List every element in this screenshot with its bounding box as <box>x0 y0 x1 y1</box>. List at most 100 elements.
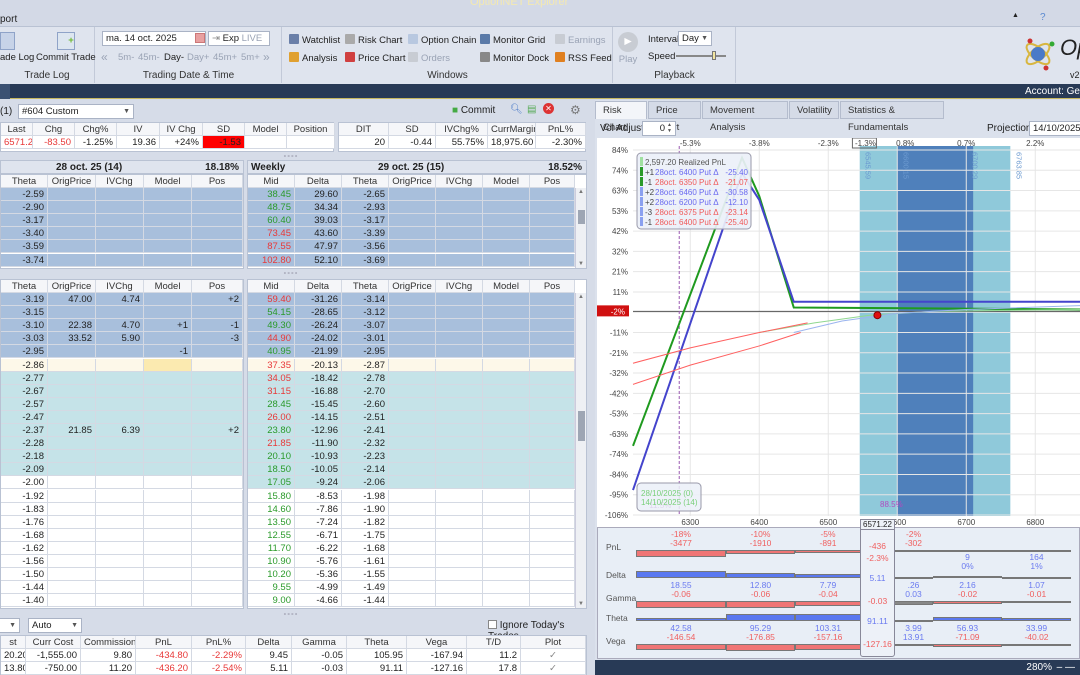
window-button-orders[interactable]: Orders <box>408 52 450 64</box>
table-row[interactable]: -2.95 -1 <box>1 345 243 359</box>
splitter-handle[interactable]: ∘∘∘∘ <box>283 270 298 277</box>
column-header[interactable]: IVChg% <box>436 123 488 136</box>
speed-slider-thumb[interactable] <box>712 51 716 60</box>
tab-movement-analysis[interactable]: Movement Analysis <box>702 101 788 133</box>
column-header[interactable]: OrigPrice <box>389 280 436 293</box>
table-row[interactable]: 34.05 -18.42 -2.78 <box>248 371 575 385</box>
table-row[interactable]: 40.95 -21.99 -2.95 <box>248 345 575 359</box>
window-button-monitor-dock[interactable]: Monitor Dock <box>480 52 549 64</box>
help-icon[interactable]: ? <box>1040 12 1046 23</box>
column-header[interactable]: Plot <box>521 636 586 649</box>
table-row[interactable]: -3.15 <box>1 306 243 320</box>
speed-slider[interactable] <box>676 51 726 60</box>
column-header[interactable]: st <box>1 636 26 649</box>
table-row[interactable]: 10.90 -5.76 -1.61 <box>248 555 575 568</box>
column-header[interactable]: Theta <box>347 636 407 649</box>
column-header[interactable]: OrigPrice <box>48 280 96 293</box>
step-5m-back[interactable]: 5m- <box>118 52 134 63</box>
table-row[interactable]: -3.03 33.52 5.90 -3 <box>1 332 243 346</box>
window-button-monitor-grid[interactable]: Monitor Grid <box>480 34 545 46</box>
model-select[interactable]: #604 Custom ▼ <box>18 104 134 119</box>
table-row[interactable]: 49.30 -26.24 -3.07 <box>248 319 575 333</box>
calendar-icon[interactable] <box>195 33 205 43</box>
table-row[interactable]: -2.77 <box>1 371 243 385</box>
table-row[interactable]: 21.85 -11.90 -2.32 <box>248 437 575 451</box>
risk-chart[interactable]: 84%74%63%53%42%32%21%11%0%-11%-21%-32%-4… <box>597 138 1080 530</box>
column-header[interactable]: T/D <box>467 636 521 649</box>
column-header[interactable]: IV <box>117 123 160 136</box>
table-row[interactable]: -2.90 <box>1 201 243 215</box>
table-row[interactable]: 38.45 29.60 -2.65 <box>248 188 575 201</box>
table-row[interactable]: -2.57 <box>1 397 243 411</box>
table-row[interactable]: 20.20 -1,555.00 9.80 -434.80 -2.29% 9.45 -0.05… <box>1 649 586 662</box>
column-header[interactable]: Gamma <box>292 636 347 649</box>
column-header[interactable]: Mid <box>248 175 295 188</box>
splitter-handle[interactable]: ∘∘∘∘ <box>283 611 298 618</box>
column-header[interactable]: OrigPrice <box>389 175 436 188</box>
window-button-risk-chart[interactable]: Risk Chart <box>345 34 402 46</box>
column-header[interactable]: Pos <box>530 175 575 188</box>
table-row[interactable]: -2.59 <box>1 188 243 201</box>
column-header[interactable]: PnL <box>136 636 192 649</box>
table-row[interactable]: -2.86 <box>1 358 243 372</box>
projection-date-input[interactable]: 14/10/2025 <box>1029 121 1080 136</box>
zoom-slider[interactable]: – — <box>1057 662 1075 673</box>
table-row[interactable]: 15.80 -8.53 -1.98 <box>248 489 575 503</box>
table-row[interactable]: 17.05 -9.24 -2.06 <box>248 476 575 490</box>
table-row[interactable]: 73.45 43.60 -3.39 <box>248 227 575 241</box>
column-header[interactable]: IVChg <box>436 280 483 293</box>
tab-volatility[interactable]: Volatility <box>789 101 839 119</box>
positions-mode-select[interactable]: Auto ▼ <box>28 618 82 633</box>
settings-gear-icon[interactable]: ⚙ <box>570 103 581 117</box>
column-header[interactable]: Model <box>144 280 192 293</box>
column-header[interactable]: SD <box>203 123 245 136</box>
document-tab[interactable] <box>0 84 10 99</box>
table-row[interactable]: -1.56 <box>1 555 243 568</box>
table-row[interactable]: 14.60 -7.86 -1.90 <box>248 502 575 516</box>
scrollbar-thumb[interactable] <box>578 210 585 224</box>
table-row[interactable]: 60.40 39.03 -3.17 <box>248 214 575 228</box>
table-row[interactable]: -2.47 <box>1 410 243 424</box>
menu-item-report[interactable]: port <box>0 14 17 25</box>
table-row[interactable]: 54.15 -28.65 -3.12 <box>248 306 575 320</box>
column-header[interactable]: Delta <box>295 175 342 188</box>
table-row[interactable]: -1.62 <box>1 541 243 555</box>
column-header[interactable]: SD <box>389 123 436 136</box>
column-header[interactable]: Pos <box>192 280 243 293</box>
table-row[interactable]: 102.80 52.10 -3.69 <box>248 253 575 267</box>
column-header[interactable]: IVChg <box>96 175 144 188</box>
table-row[interactable]: 12.55 -6.71 -1.75 <box>248 528 575 542</box>
table-row[interactable]: 37.35 -20.13 -2.87 <box>248 358 575 372</box>
table-row[interactable]: -2.28 <box>1 437 243 451</box>
step-day-back[interactable]: Day- <box>164 52 184 63</box>
column-header[interactable]: Chg% <box>75 123 117 136</box>
table-row[interactable]: -1.50 <box>1 568 243 582</box>
column-header[interactable]: Commission <box>81 636 136 649</box>
column-header[interactable]: Mid <box>248 280 295 293</box>
column-header[interactable]: IVChg <box>436 175 483 188</box>
close-icon[interactable]: ✕ <box>543 103 554 114</box>
table-row[interactable]: -3.19 47.00 4.74 +2 <box>1 293 243 306</box>
column-header[interactable]: Last <box>1 123 33 136</box>
column-header[interactable]: PnL% <box>536 123 586 136</box>
table-row[interactable]: -2.00 <box>1 476 243 490</box>
column-header[interactable]: Vega <box>407 636 467 649</box>
column-header[interactable]: Model <box>483 280 530 293</box>
step-back-icon[interactable]: « <box>101 50 108 64</box>
splitter-handle[interactable]: ∘∘∘∘ <box>283 153 298 160</box>
column-header[interactable]: DIT <box>339 123 389 136</box>
column-header[interactable]: Model <box>483 175 530 188</box>
table-row[interactable]: -3.40 <box>1 227 243 241</box>
table-row[interactable]: 10.20 -5.36 -1.55 <box>248 568 575 582</box>
table-row[interactable]: -1.92 <box>1 489 243 503</box>
column-header[interactable]: IV Chg <box>160 123 203 136</box>
column-header[interactable]: Theta <box>1 175 48 188</box>
window-button-earnings[interactable]: Earnings <box>555 34 606 46</box>
column-header[interactable]: Pos <box>192 175 243 188</box>
window-button-rss-feed[interactable]: RSS Feed <box>555 52 612 64</box>
summary-row[interactable]: 6571.22-83.50-1.25%19.36+24%-1.53 <box>1 136 335 149</box>
column-header[interactable]: OrigPrice <box>48 175 96 188</box>
interval-select[interactable]: Day ▼ <box>678 31 712 46</box>
tab-price-chart[interactable]: Price Chart <box>648 101 701 133</box>
table-row[interactable]: -2.18 <box>1 450 243 464</box>
